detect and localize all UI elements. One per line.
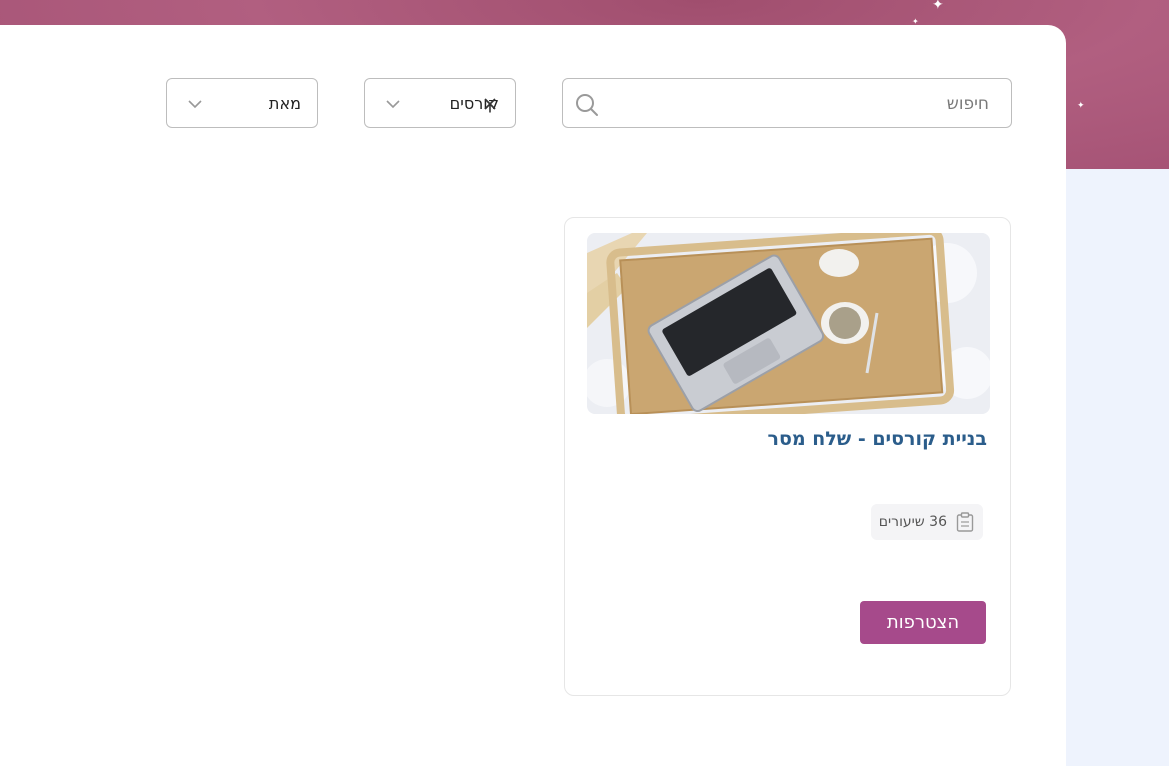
course-card: בניית קורסים - שלח מסר 36 שיעורים הצטרפו… bbox=[564, 217, 1011, 696]
chevron-down-icon bbox=[188, 100, 202, 109]
sort-filter-value: מאת bbox=[268, 94, 301, 113]
content-panel: חיפוש קורסים מאת בניית קורסים - שלח מסר … bbox=[0, 25, 1066, 766]
course-image bbox=[587, 233, 990, 414]
chevron-down-icon bbox=[386, 100, 400, 109]
type-filter-select[interactable]: קורסים bbox=[364, 78, 516, 128]
join-button[interactable]: הצטרפות bbox=[860, 601, 986, 644]
sparkle-icon: ✦ bbox=[1077, 101, 1085, 111]
lessons-count-badge: 36 שיעורים bbox=[871, 504, 983, 540]
search-input[interactable]: חיפוש bbox=[562, 78, 1012, 128]
search-icon bbox=[576, 94, 598, 116]
sort-filter-select[interactable]: מאת bbox=[166, 78, 318, 128]
course-title[interactable]: בניית קורסים - שלח מסר bbox=[768, 428, 987, 450]
search-placeholder: חיפוש bbox=[946, 94, 989, 114]
clipboard-icon bbox=[956, 512, 974, 532]
sparkle-icon: ✦ bbox=[932, 0, 944, 13]
course-thumbnail[interactable] bbox=[587, 233, 990, 414]
close-icon[interactable] bbox=[483, 97, 497, 111]
lessons-count-label: 36 שיעורים bbox=[878, 514, 947, 530]
